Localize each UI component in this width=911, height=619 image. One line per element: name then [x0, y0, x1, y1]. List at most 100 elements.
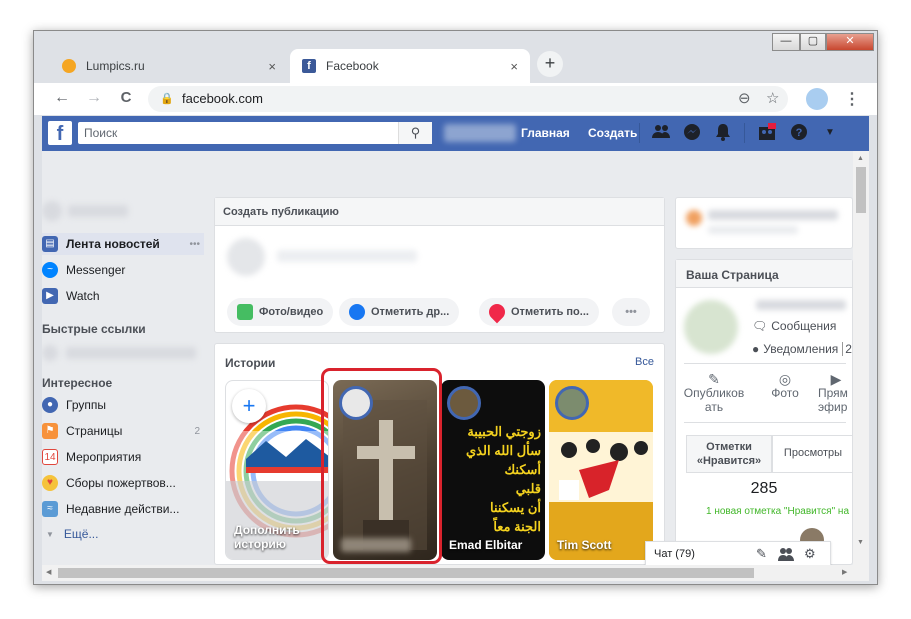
forward-icon[interactable]: →	[84, 89, 104, 107]
page-name[interactable]	[756, 300, 846, 310]
reload-icon[interactable]: C	[116, 89, 136, 106]
close-tab-icon[interactable]: ×	[268, 59, 276, 74]
heart-icon: ♥	[42, 475, 58, 491]
notifications-bell-icon[interactable]	[713, 123, 733, 143]
tab-views[interactable]: Просмотры	[772, 435, 854, 473]
scrollbar-thumb[interactable]	[58, 568, 754, 578]
post-composer-input[interactable]	[277, 250, 417, 262]
sidebar-item-label: Watch	[66, 289, 100, 303]
live-button[interactable]: ▶ Прям эфир	[818, 372, 854, 414]
new-like-text[interactable]: 1 новая отметка "Нравится" на	[706, 506, 866, 517]
help-icon[interactable]: ?	[789, 123, 809, 143]
sidebar-item-label: Лента новостей	[66, 237, 160, 251]
browser-toolbar: ← → C 🔒 facebook.com ⊖ ☆ ⋮	[34, 83, 877, 115]
tab-likes[interactable]: Отметки «Нравится»	[686, 435, 772, 473]
photo-video-button[interactable]: Фото/видео	[227, 298, 334, 326]
sidebar-item-fundraisers[interactable]: ♥ Сборы пожертвов...	[42, 472, 176, 494]
messenger-icon[interactable]	[682, 123, 702, 143]
menu-dots-icon[interactable]: ⋮	[842, 89, 862, 109]
story-card[interactable]: Tim Scott	[549, 380, 653, 560]
photo-button[interactable]: ◎ Фото	[758, 372, 812, 400]
new-tab-button[interactable]: +	[537, 51, 563, 77]
chat-bar[interactable]: Чат (79) ✎ ⚙	[645, 541, 831, 565]
facebook-logo-icon[interactable]: f	[48, 121, 72, 145]
tab-facebook[interactable]: f Facebook ×	[290, 49, 530, 83]
facebook-header: f Поиск ⚲ Главная Создать ? ▼	[42, 116, 869, 151]
story-avatar	[447, 386, 481, 420]
account-menu-chevron-icon[interactable]: ▼	[820, 123, 840, 143]
groups-icon: ●	[42, 397, 58, 413]
url-text[interactable]: facebook.com	[182, 91, 263, 106]
minimize-button[interactable]: —	[772, 33, 800, 51]
facebook-content: ▤ Лента новостей ••• ~ Messenger ▶ Watch…	[42, 151, 869, 565]
scroll-down-icon[interactable]: ▼	[857, 539, 864, 546]
maximize-button[interactable]: ▢	[800, 33, 826, 51]
zoom-icon[interactable]: ⊖	[738, 89, 751, 107]
publish-button[interactable]: ✎ Опубликов ать	[682, 372, 746, 414]
scroll-right-icon[interactable]: ▶	[842, 568, 847, 576]
more-options-icon[interactable]: •••	[189, 239, 200, 250]
tab-lumpics[interactable]: Lumpics.ru ×	[50, 49, 288, 83]
close-tab-icon[interactable]: ×	[510, 59, 518, 74]
publish-label: Опубликов ать	[683, 386, 745, 414]
messenger-icon: ~	[42, 262, 58, 278]
profile-link[interactable]	[444, 124, 516, 142]
photo-label: Фото	[771, 386, 799, 400]
scrollbar-thumb[interactable]	[856, 167, 866, 213]
home-link[interactable]: Главная	[521, 126, 570, 140]
edit-icon: ✎	[708, 371, 720, 387]
sidebar-item-groups[interactable]: ● Группы	[42, 394, 106, 416]
bookmark-star-icon[interactable]: ☆	[766, 89, 779, 107]
tag-friends-button[interactable]: Отметить др...	[339, 298, 460, 326]
sidebar-item-messenger[interactable]: ~ Messenger	[42, 259, 125, 281]
see-all-stories-link[interactable]: Все	[635, 356, 654, 368]
more-actions-button[interactable]: •••	[612, 298, 650, 326]
divider	[744, 123, 745, 143]
sidebar-item-news-feed[interactable]: ▤ Лента новостей •••	[42, 233, 204, 255]
avatar[interactable]	[42, 201, 62, 221]
see-more-link[interactable]: ▼ Ещё...	[42, 523, 98, 545]
chat-label[interactable]: Чат (79)	[654, 548, 695, 560]
settings-gear-icon[interactable]: ⚙	[804, 546, 816, 562]
sidebar-item-label: Ещё...	[63, 527, 99, 541]
page-name[interactable]	[708, 210, 838, 220]
pages-icon[interactable]	[757, 123, 777, 143]
search-icon[interactable]: ⚲	[398, 122, 432, 144]
add-story-plus-icon[interactable]: +	[232, 389, 266, 423]
sidebar-item-label: Недавние действи...	[66, 502, 180, 516]
messages-link[interactable]: 🗨 Сообщения	[752, 319, 836, 333]
check-in-button[interactable]: Отметить по...	[479, 298, 599, 326]
address-bar[interactable]: 🔒 facebook.com ⊖ ☆	[148, 86, 788, 112]
add-story-card[interactable]: + Дополнить историю	[225, 380, 329, 560]
new-message-icon[interactable]: ✎	[756, 546, 767, 562]
scroll-up-icon[interactable]: ▲	[857, 155, 864, 162]
create-link[interactable]: Создать	[588, 126, 637, 140]
shortcut-item[interactable]	[66, 347, 196, 359]
back-icon[interactable]: ←	[52, 89, 72, 107]
story-card[interactable]: زوجتي الحبيبة سأل الله الذي أسكنك قلبي أ…	[441, 380, 545, 560]
horizontal-scrollbar[interactable]: ◀ ▶	[42, 565, 869, 581]
story-avatar	[555, 386, 589, 420]
contacts-icon[interactable]	[778, 547, 794, 564]
close-window-button[interactable]: ✕	[826, 33, 874, 51]
scroll-left-icon[interactable]: ◀	[46, 568, 51, 576]
profile-name[interactable]	[68, 205, 128, 217]
video-icon: ▶	[830, 372, 842, 387]
sidebar-item-recent-activity[interactable]: ≈ Недавние действи...	[42, 498, 179, 520]
shortcut-avatar[interactable]	[42, 345, 58, 361]
chevron-down-icon: ▼	[46, 529, 54, 539]
your-page-title: Ваша Страница	[676, 260, 852, 288]
friend-requests-icon[interactable]	[651, 123, 671, 143]
story-author-name: Emad Elbitar	[449, 538, 523, 552]
sidebar-item-events[interactable]: 14 Мероприятия	[42, 446, 141, 468]
profile-avatar[interactable]	[806, 88, 828, 110]
notifications-link[interactable]: ● Уведомления 2	[752, 342, 852, 356]
sidebar-item-pages[interactable]: ⚑ Страницы 2	[42, 420, 200, 442]
sidebar-item-label: Сборы пожертвов...	[66, 476, 176, 490]
sidebar-item-watch[interactable]: ▶ Watch	[42, 285, 100, 307]
live-label: Прям эфир	[818, 386, 848, 414]
add-story-label: Дополнить историю	[234, 523, 300, 551]
search-input[interactable]: Поиск ⚲	[78, 122, 432, 144]
globe-icon: ●	[752, 342, 760, 356]
vertical-scrollbar[interactable]: ▲ ▼	[853, 151, 869, 565]
